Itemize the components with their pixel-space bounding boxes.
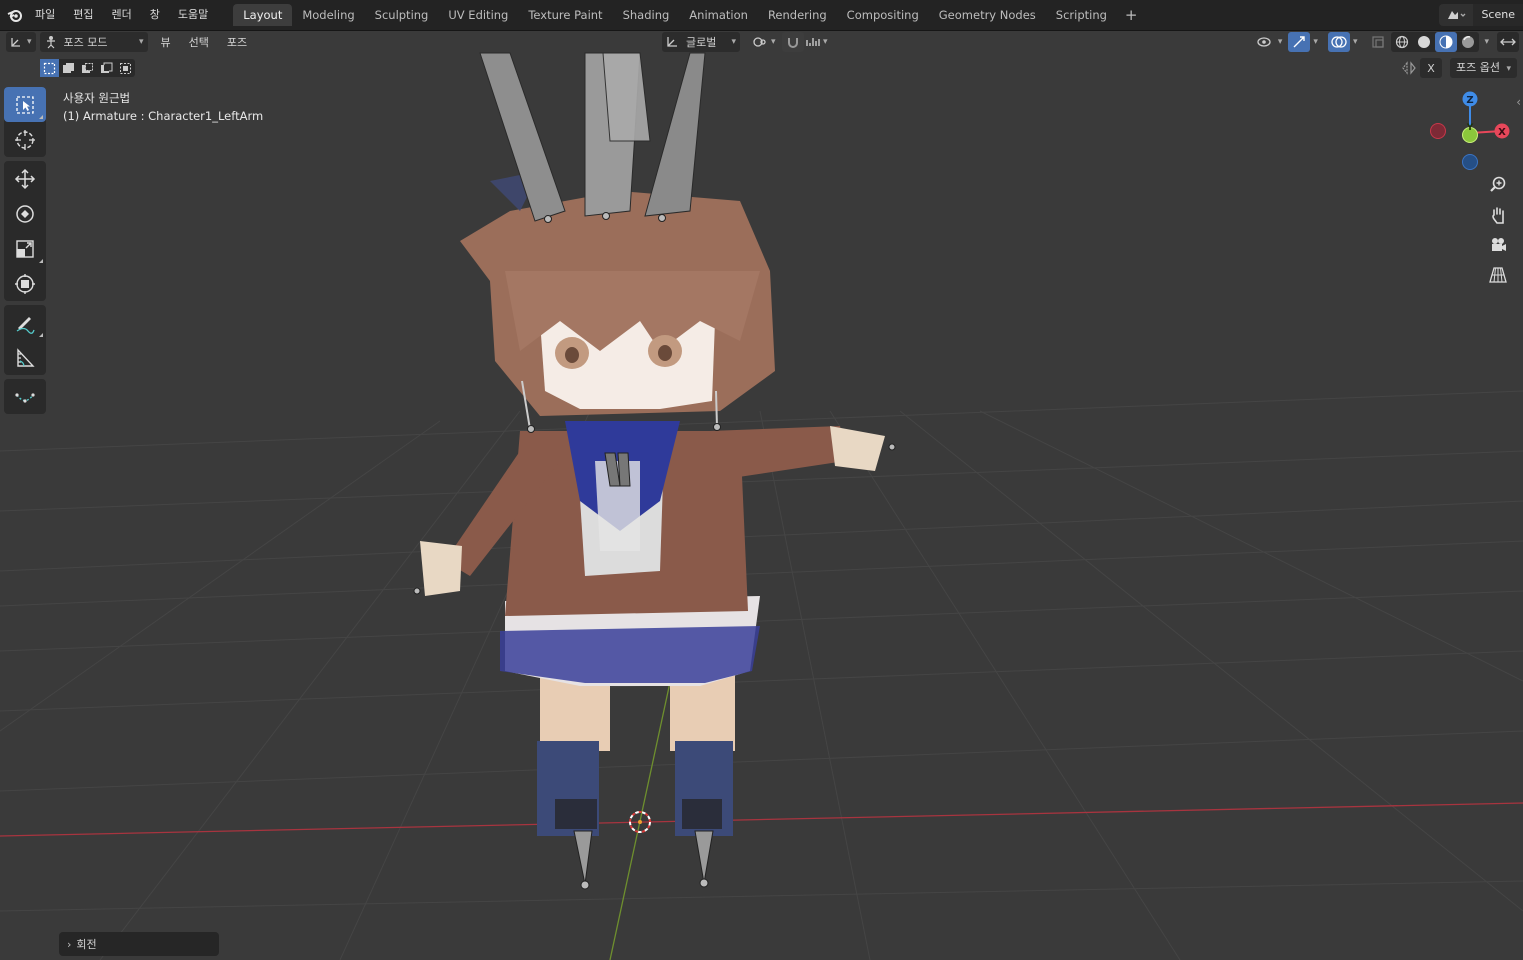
editor-type-icon (11, 38, 20, 47)
workspace-tabs: Layout Modeling Sculpting UV Editing Tex… (233, 4, 1145, 26)
menu-file[interactable]: 파일 (26, 4, 64, 26)
menu-edit[interactable]: 편집 (64, 4, 102, 26)
overlays-toggle-icon[interactable] (1327, 32, 1350, 52)
sidebar-toggle-icon[interactable] (1497, 32, 1519, 52)
tab-rendering[interactable]: Rendering (758, 4, 837, 26)
camera-view-icon[interactable] (1484, 231, 1512, 259)
visibility-icon[interactable] (1253, 32, 1275, 52)
pivot-point-button[interactable]: ▾ (748, 32, 780, 52)
move-tool-icon[interactable] (4, 161, 46, 196)
pan-hand-icon[interactable] (1484, 201, 1512, 229)
menu-window[interactable]: 창 (141, 4, 169, 26)
perspective-toggle-icon[interactable] (1484, 261, 1512, 289)
mirror-x-button[interactable]: X (1419, 58, 1442, 78)
menu-pose[interactable]: 포즈 (218, 34, 256, 50)
rotate-tool-icon[interactable] (4, 196, 46, 231)
viewport-info-overlay: 사용자 원근법 (1) Armature : Character1_LeftAr… (63, 89, 263, 125)
transform-tool-icon[interactable] (4, 266, 46, 301)
floor-grid (0, 390, 1523, 960)
pivot-icon (753, 37, 766, 47)
add-workspace-button[interactable]: + (1117, 6, 1146, 24)
menu-help[interactable]: 도움말 (169, 4, 217, 26)
character-model[interactable] (413, 52, 896, 890)
magnet-icon (788, 38, 798, 48)
scene-icon[interactable] (1439, 4, 1474, 26)
tab-shading[interactable]: Shading (613, 4, 680, 26)
cursor-tool-icon[interactable] (4, 122, 46, 157)
tool-group-transform (4, 161, 46, 301)
tab-sculpting[interactable]: Sculpting (365, 4, 439, 26)
view-name-label: 사용자 원근법 (63, 91, 131, 105)
select-extend-icon[interactable] (59, 59, 78, 77)
tab-modeling[interactable]: Modeling (292, 4, 364, 26)
xray-toggle-icon[interactable] (1367, 32, 1389, 52)
tab-animation[interactable]: Animation (679, 4, 758, 26)
pose-options-dropdown[interactable]: 포즈 옵션 ▾ (1449, 58, 1517, 78)
sidebar-expand-icon[interactable]: ‹ (1516, 95, 1521, 109)
select-box-tool-icon[interactable] (4, 87, 46, 122)
transform-orientation-dropdown[interactable]: 글로벌 ▾ (662, 32, 740, 52)
scale-tool-icon[interactable] (4, 231, 46, 266)
tab-geometry-nodes[interactable]: Geometry Nodes (929, 4, 1046, 26)
tool-shelf (4, 87, 46, 418)
pose-mode-icon (46, 36, 55, 49)
object-info-label: (1) Armature : Character1_LeftArm (63, 109, 264, 123)
wireframe-shading-icon[interactable] (1391, 32, 1413, 52)
scene-name[interactable]: Scene (1473, 4, 1523, 26)
orientation-icon (667, 37, 677, 47)
solid-shading-icon[interactable] (1413, 32, 1435, 52)
gizmo-y-label: Y (1466, 123, 1474, 133)
pose-options-label: 포즈 옵션 (1455, 61, 1500, 74)
editor-type-button[interactable]: ▾ (6, 32, 36, 52)
select-subtract-icon[interactable] (78, 59, 97, 77)
gizmo-z-label: Z (1466, 95, 1473, 106)
tool-group-relax (4, 379, 46, 414)
tool-group-annotate (4, 305, 46, 375)
menu-select[interactable]: 선택 (180, 34, 218, 50)
snap-target-dropdown[interactable]: ▾ (802, 32, 832, 52)
blender-logo-icon[interactable] (4, 4, 26, 26)
shading-mode-group (1391, 32, 1480, 52)
gizmo-x-label: X (1498, 127, 1506, 138)
last-operation-label: 회전 (76, 938, 97, 951)
last-operation-panel[interactable]: › 회전 (59, 932, 219, 956)
selection-mode-group (40, 59, 135, 77)
orientation-label: 글로벌 (686, 36, 717, 49)
snap-toggle[interactable] (782, 32, 804, 52)
chevron-right-icon: › (67, 937, 72, 951)
tool-group-select (4, 87, 46, 157)
pose-options-bar: X 포즈 옵션 ▾ (1398, 58, 1517, 78)
select-intersect-icon[interactable] (116, 59, 135, 77)
tab-texture-paint[interactable]: Texture Paint (518, 4, 612, 26)
tab-layout[interactable]: Layout (233, 4, 293, 26)
material-shading-icon[interactable] (1435, 32, 1458, 52)
annotate-tool-icon[interactable] (4, 305, 46, 340)
menu-render[interactable]: 렌더 (103, 4, 141, 26)
menu-view[interactable]: 뷰 (152, 34, 180, 50)
tab-compositing[interactable]: Compositing (837, 4, 929, 26)
viewport-header-right: ▾ ▾ ▾ ▾ (1253, 32, 1519, 52)
relax-tool-icon[interactable] (4, 379, 46, 414)
gizmo-toggle-icon[interactable] (1288, 32, 1311, 52)
mirror-icon[interactable] (1398, 58, 1420, 78)
tab-scripting[interactable]: Scripting (1046, 4, 1117, 26)
viewport-header: ▾ 포즈 모드 ▾ 뷰 선택 포즈 글로벌 ▾ ▾ ▾ ▾ ▾ ▾ ▾ (0, 31, 1523, 53)
measure-tool-icon[interactable] (4, 340, 46, 375)
mode-label: 포즈 모드 (63, 36, 108, 49)
scene-selector[interactable]: Scene (1439, 4, 1523, 26)
select-difference-icon[interactable] (97, 59, 116, 77)
select-new-icon[interactable] (40, 59, 59, 77)
3d-viewport[interactable]: ▾ 포즈 모드 ▾ 뷰 선택 포즈 글로벌 ▾ ▾ ▾ ▾ ▾ ▾ ▾ X 포즈… (0, 31, 1523, 960)
zoom-icon[interactable] (1484, 171, 1512, 199)
mode-selector[interactable]: 포즈 모드 ▾ (39, 32, 148, 52)
rendered-shading-icon[interactable] (1457, 32, 1479, 52)
x-axis-line (0, 802, 1523, 837)
navigation-gizmo[interactable]: Z X Y (1424, 89, 1516, 175)
scene-canvas[interactable] (0, 31, 1523, 960)
top-menubar: 파일 편집 렌더 창 도움말 Layout Modeling Sculpting… (0, 0, 1523, 31)
snap-target-icon (806, 38, 820, 46)
tab-uv-editing[interactable]: UV Editing (438, 4, 518, 26)
